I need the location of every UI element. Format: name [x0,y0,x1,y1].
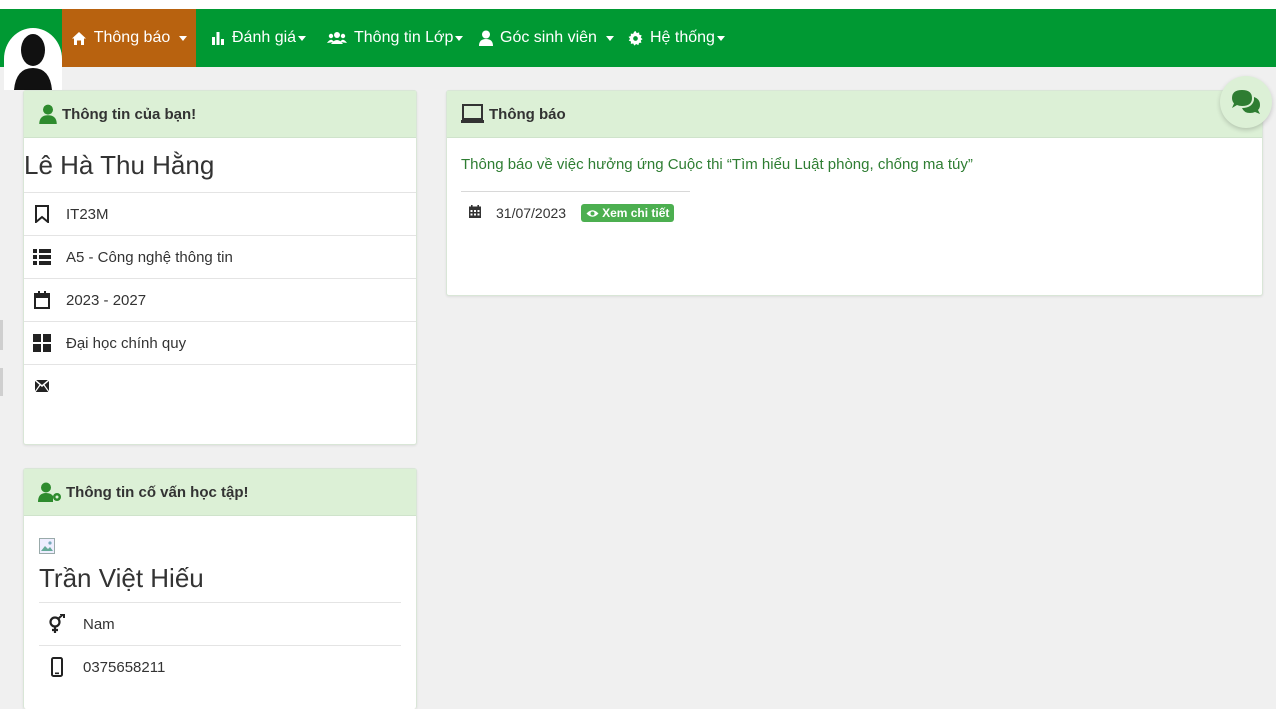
user-icon [479,30,493,46]
notice-date: 31/07/2023 [496,205,567,221]
phone: 0375658211 [83,658,166,676]
list-icon [32,247,52,267]
gender-icon [47,614,67,634]
nav-label: Hệ thống [650,29,715,46]
nav-label: Thông tin Lớp [354,29,454,46]
advisor-name: Trần Việt Hiếu [39,562,204,593]
faculty: A5 - Công nghệ thông tin [66,248,233,266]
top-navbar: Thông báo Đánh giá Thông tin Lớp Góc sin… [0,9,1276,67]
gender: Nam [83,615,115,633]
user-silhouette-icon [14,34,52,90]
nav-item-thong-bao[interactable]: Thông báo [62,9,196,67]
nav-item-goc-sinh-vien[interactable]: Góc sinh viên [479,9,614,67]
user-icon [39,104,57,124]
nav-item-he-thong[interactable]: Hệ thống [628,9,725,67]
scroll-edge [0,320,3,350]
broken-image-icon [39,538,55,554]
panel-header: Thông tin của bạn! [24,91,416,138]
nav-item-thong-tin-lop[interactable]: Thông tin Lớp [327,9,464,67]
advisor-photo [39,538,55,554]
bookmark-icon [32,204,52,224]
top-strip [0,0,1276,9]
home-icon [71,31,86,45]
panel-header: Thông tin cố vấn học tập! [24,469,416,516]
faculty-row: A5 - Công nghệ thông tin [24,235,416,278]
notice-title-link[interactable]: Thông báo về việc hưởng ứng Cuộc thi “Tì… [461,156,1248,173]
chevron-down-icon [605,35,614,41]
chevron-down-icon [179,35,188,41]
years-row: 2023 - 2027 [24,278,416,321]
scroll-edge [0,368,3,396]
chevron-down-icon [716,35,725,41]
panel-header: Thông báo [447,91,1262,138]
avatar[interactable] [4,28,62,90]
student-name: Lê Hà Thu Hằng [24,149,215,180]
view-details-button[interactable]: Xem chi tiết [581,204,675,222]
panel-title: Thông báo [489,105,566,123]
eye-icon [586,209,599,217]
user-settings-icon [38,482,61,502]
chat-button[interactable] [1220,76,1272,128]
calendar-icon [469,205,481,221]
bar-chart-icon [212,32,224,45]
comments-icon [1232,90,1260,114]
gear-icon [628,30,643,46]
divider [461,191,690,192]
notice-meta: 31/07/2023 Xem chi tiết [461,204,1248,222]
years: 2023 - 2027 [66,291,147,309]
grid-icon [32,333,52,353]
nav-label: Thông báo [93,29,171,46]
users-icon [327,32,347,44]
program-row: Đại học chính quy [24,321,416,364]
view-details-label: Xem chi tiết [602,206,670,220]
nav-label: Góc sinh viên [500,29,597,46]
email-row [24,364,416,406]
envelope-icon [32,376,52,396]
advisor-info-panel: Thông tin cố vấn học tập! Trần Việt Hiếu… [23,468,417,709]
class-code-row: IT23M [24,192,416,235]
chevron-down-icon [298,35,307,41]
notices-panel: Thông báo Thông báo về việc hưởng ứng Cu… [446,90,1263,296]
nav-item-danh-gia[interactable]: Đánh giá [211,9,307,67]
calendar-icon [32,290,52,310]
chevron-down-icon [455,35,464,41]
nav-label: Đánh giá [232,29,297,46]
class-code: IT23M [66,205,109,223]
mobile-phone-icon [47,657,67,677]
gender-row: Nam [39,602,401,645]
panel-title: Thông tin cố vấn học tập! [66,483,249,501]
student-info-panel: Thông tin của bạn! Lê Hà Thu Hằng IT23M … [23,90,417,445]
panel-title: Thông tin của bạn! [62,105,197,123]
program: Đại học chính quy [66,334,187,352]
monitor-icon [461,104,484,123]
phone-row: 0375658211 [39,645,401,688]
